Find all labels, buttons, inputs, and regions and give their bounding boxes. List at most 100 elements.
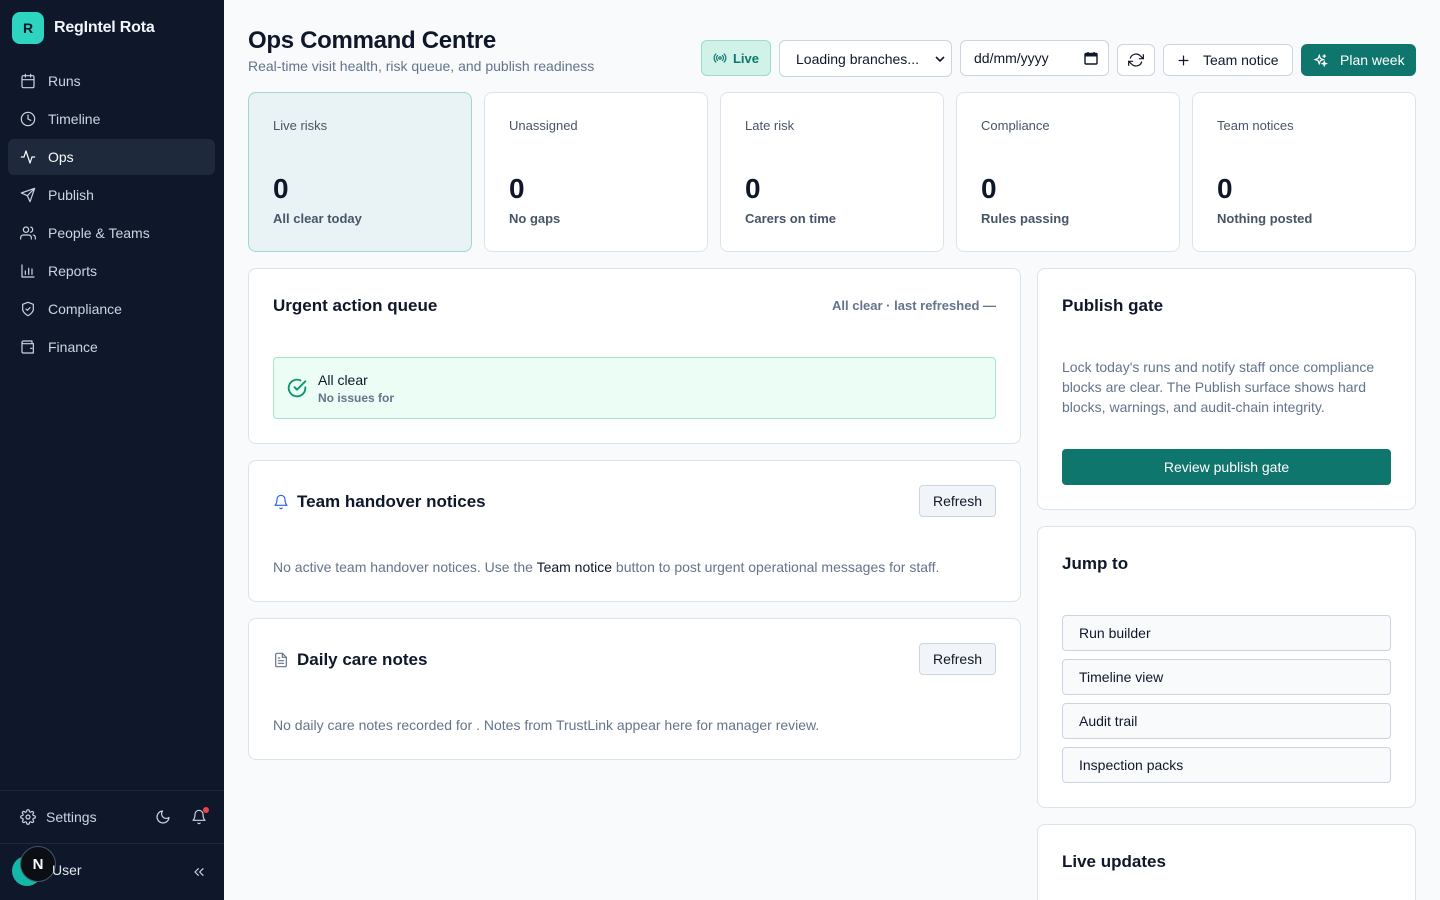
calendar-icon[interactable] [1084,51,1098,65]
settings-link[interactable]: Settings [12,809,97,825]
check-circle-icon [287,378,307,398]
sidebar-item-label: Ops [48,149,74,165]
kpi-label: Team notices [1217,118,1294,133]
notifications-button[interactable] [187,805,211,829]
wallet-icon [21,340,34,354]
dev-overlay-badge[interactable]: N [20,846,56,882]
send-icon [20,187,36,203]
kpi-label: Live risks [273,118,328,133]
chevrons-left-icon [194,868,204,876]
kpi-label: Unassigned [509,118,578,133]
app-name: RegIntel Rota [54,19,155,36]
handover-text-after: button to post urgent operational messag… [612,559,940,575]
handover-empty-text: No active team handover notices. Use the… [273,557,939,577]
kpi-team-notices[interactable]: Team notices 0 Nothing posted [1192,92,1416,252]
user-row[interactable]: N User [12,846,212,892]
kpi-label: Late risk [745,118,795,133]
panel-title: Team handover notices [297,492,486,511]
kpi-value: 0 [981,173,997,204]
sparkles-icon [1313,53,1328,67]
page-title: Ops Command Centre [248,27,496,54]
sidebar-item-ops[interactable]: Ops [8,139,215,175]
jump-audit-trail[interactable]: Audit trail [1062,703,1391,739]
sidebar-divider [0,843,224,844]
kpi-late-risk[interactable]: Late risk 0 Carers on time [720,92,944,252]
clock-icon [20,111,36,127]
sidebar-item-label: Runs [48,73,81,89]
refresh-button[interactable] [1117,44,1155,76]
page-subtitle: Real-time visit health, risk queue, and … [248,58,595,74]
sidebar-item-label: Publish [48,187,94,203]
kpi-sub: Rules passing [981,211,1070,226]
branch-select[interactable]: Loading branches... [779,40,952,77]
refresh-icon [1128,53,1144,67]
refresh-handover-button[interactable]: Refresh [919,485,996,517]
kpi-value: 0 [273,173,289,204]
sidebar-divider [0,790,224,791]
jump-to-panel: Jump to Run builder Timeline view Audit … [1037,526,1416,808]
app-logo: R [12,12,44,44]
moon-icon [156,810,170,824]
kpi-sub: Nothing posted [1217,211,1313,226]
kpi-live-risks[interactable]: Live risks 0 All clear today [248,92,472,252]
panel-title: Jump to [1062,554,1129,573]
file-text-icon [275,652,287,668]
sidebar-item-label: People & Teams [48,225,150,241]
kpi-unassigned[interactable]: Unassigned 0 No gaps [484,92,708,252]
live-updates-panel: Live updates [1037,824,1416,900]
daily-care-notes-panel: Daily care notes Refresh No daily care n… [248,618,1021,760]
team-notice-button[interactable]: Team notice [1163,44,1293,76]
kpi-compliance[interactable]: Compliance 0 Rules passing [956,92,1180,252]
team-notice-label: Team notice [1203,52,1279,68]
plan-week-label: Plan week [1340,52,1405,68]
care-notes-empty-text: No daily care notes recorded for . Notes… [273,717,820,733]
plus-icon [1178,55,1189,65]
live-badge[interactable]: Live [701,40,771,76]
notification-dot [203,807,209,813]
plan-week-button[interactable]: Plan week [1301,44,1416,76]
refresh-status: All clear · last refreshed — [831,298,996,313]
date-placeholder: dd/mm/yyyy [974,50,1049,66]
branch-select-value: Loading branches... [796,50,919,67]
collapse-sidebar-button[interactable] [187,860,211,884]
sidebar-item-label: Compliance [48,301,122,317]
users-icon [20,226,36,240]
sidebar-item-label: Finance [48,339,98,355]
sidebar-item-finance[interactable]: Finance [8,329,215,365]
jump-timeline-view[interactable]: Timeline view [1062,659,1391,695]
kpi-sub: All clear today [273,211,362,226]
kpi-value: 0 [1217,173,1233,204]
all-clear-sub: No issues for [318,391,395,405]
panel-title: Live updates [1062,852,1166,871]
theme-toggle-button[interactable] [151,805,175,829]
calendar-icon [21,73,35,89]
sidebar: R RegIntel Rota Runs Timeline Ops Publis… [0,0,224,900]
publish-gate-panel: Publish gate Lock today's runs and notif… [1037,268,1416,510]
publish-gate-text: Lock today's runs and notify staff once … [1062,359,1375,415]
shield-check-icon [22,301,34,317]
team-handover-panel: Team handover notices Refresh No active … [248,460,1021,602]
jump-run-builder[interactable]: Run builder [1062,615,1391,651]
sidebar-item-people-teams[interactable]: People & Teams [8,215,215,251]
sidebar-item-reports[interactable]: Reports [8,253,215,289]
sidebar-item-publish[interactable]: Publish [8,177,215,213]
jump-inspection-packs[interactable]: Inspection packs [1062,747,1391,783]
review-publish-gate-button[interactable]: Review publish gate [1062,449,1391,485]
kpi-sub: Carers on time [745,211,837,226]
team-notice-reference: Team notice [536,559,613,575]
date-input[interactable]: dd/mm/yyyy [960,40,1109,76]
urgent-action-queue-panel: Urgent action queue All clear · last ref… [248,268,1021,444]
sidebar-item-compliance[interactable]: Compliance [8,291,215,327]
kpi-sub: No gaps [509,211,561,226]
sidebar-item-timeline[interactable]: Timeline [8,101,215,137]
radio-signal-icon [713,53,727,63]
live-label: Live [732,50,759,66]
bar-chart-icon [21,264,35,278]
kpi-value: 0 [509,173,525,204]
kpi-label: Compliance [981,118,1050,133]
sidebar-item-runs[interactable]: Runs [8,63,215,99]
chevron-down-icon [935,56,945,63]
user-name: User [52,862,82,878]
refresh-care-notes-button[interactable]: Refresh [919,643,996,675]
brand[interactable]: R RegIntel Rota [12,12,155,44]
